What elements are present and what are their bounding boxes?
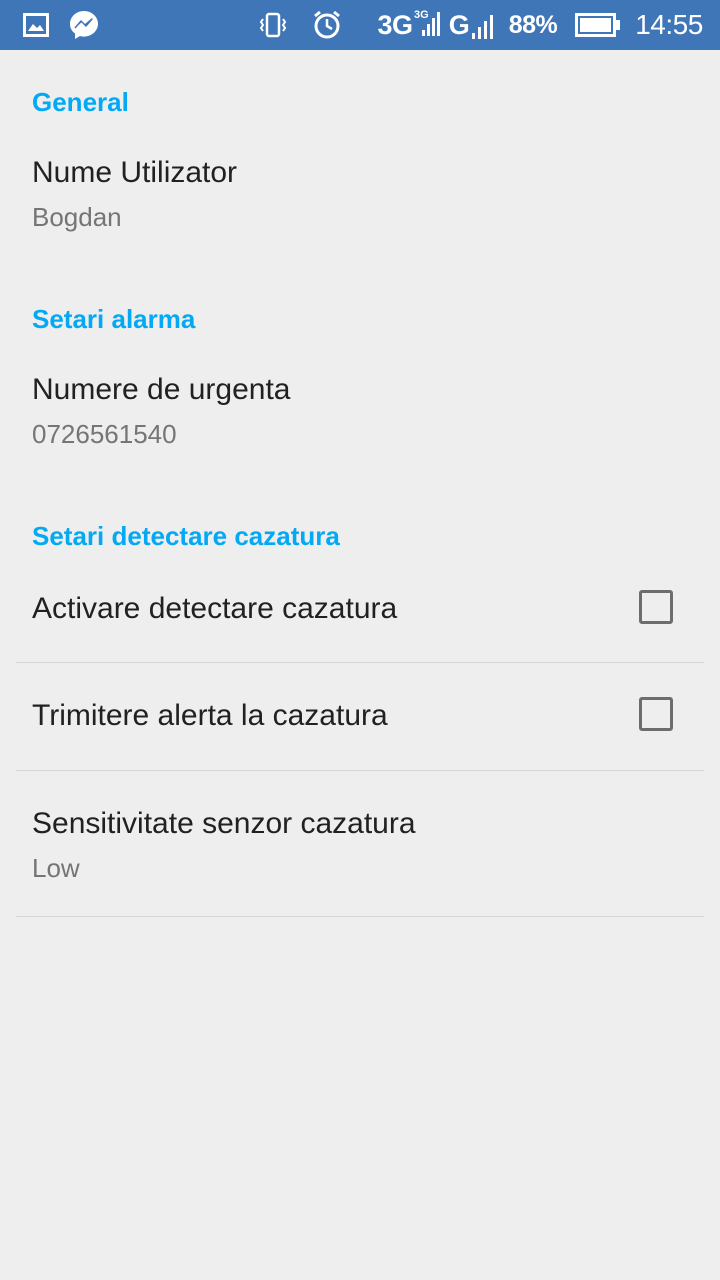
pref-sensor-sensitivity-title: Sensitivitate senzor cazatura [32, 807, 416, 840]
pref-send-fall-alert[interactable]: Trimitere alerta la cazatura [0, 663, 720, 770]
battery-percent: 88% [508, 10, 558, 39]
activate-fall-detection-checkbox[interactable] [639, 590, 673, 624]
status-time: 14:55 [635, 9, 703, 40]
image-icon [22, 0, 50, 50]
send-fall-alert-checkbox[interactable] [639, 697, 673, 731]
battery-icon [574, 0, 622, 50]
pref-emergency-numbers[interactable]: Numere de urgenta 0726561540 [0, 357, 720, 533]
pref-sensor-sensitivity-summary: Low [32, 853, 80, 883]
divider [16, 916, 704, 917]
category-general: General [32, 87, 129, 117]
network-3g-label: 3G [377, 9, 413, 40]
pref-user-name-summary: Bogdan [32, 202, 122, 232]
pref-activate-fall-detection-title: Activare detectare cazatura [32, 592, 398, 625]
pref-send-fall-alert-title: Trimitere alerta la cazatura [32, 699, 388, 732]
status-bar: 3G 3G G 88% 14:55 [0, 0, 720, 50]
pref-sensor-sensitivity[interactable]: Sensitivitate senzor cazatura Low [0, 771, 720, 916]
pref-emergency-numbers-title: Numere de urgenta [32, 373, 291, 406]
pref-activate-fall-detection[interactable]: Activare detectare cazatura [0, 556, 720, 662]
vibrate-icon [258, 0, 288, 50]
messenger-icon [67, 0, 101, 50]
signal-3g-icon: 3G [414, 0, 444, 50]
category-fall-detection: Setari detectare cazatura [32, 521, 340, 551]
pref-user-name-title: Nume Utilizator [32, 156, 238, 189]
category-alarm: Setari alarma [32, 304, 196, 334]
pref-user-name[interactable]: Nume Utilizator Bogdan [0, 140, 720, 316]
signal-g-icon [470, 0, 498, 50]
pref-emergency-numbers-summary: 0726561540 [32, 419, 177, 449]
network-g-label: G [448, 9, 470, 40]
alarm-icon [311, 0, 343, 50]
